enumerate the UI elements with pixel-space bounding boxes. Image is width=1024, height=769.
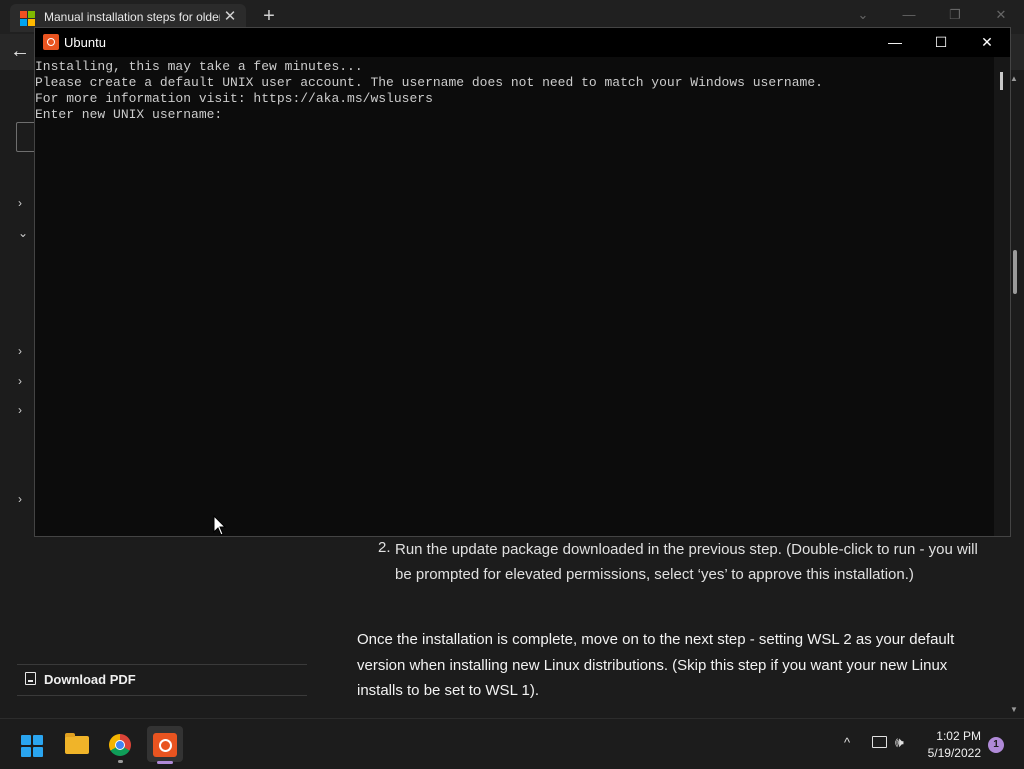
start-icon[interactable] <box>21 735 43 757</box>
notification-badge[interactable]: 1 <box>988 737 1004 753</box>
terminal-scroll-thumb[interactable] <box>1000 72 1003 90</box>
browser-restore-button[interactable]: ❐ <box>940 4 970 26</box>
scroll-up-arrow-icon[interactable]: ▲ <box>1010 74 1018 83</box>
terminal-minimize-button[interactable]: — <box>872 28 918 57</box>
chevron-right-icon[interactable]: › <box>18 375 30 387</box>
terminal-title: Ubuntu <box>64 35 106 50</box>
mouse-cursor-icon <box>213 515 227 536</box>
terminal-line: For more information visit: https://aka.… <box>35 91 433 106</box>
active-indicator <box>157 761 173 764</box>
pdf-icon <box>25 672 36 685</box>
article-content: 2. Run the update package downloaded in … <box>330 537 1006 718</box>
step-text: Run the update package downloaded in the… <box>395 541 978 583</box>
tab-close-button[interactable]: ✕ <box>220 7 240 27</box>
terminal-output[interactable]: Installing, this may take a few minutes.… <box>35 57 995 538</box>
terminal-close-button[interactable]: ✕ <box>964 28 1010 57</box>
ubuntu-icon[interactable] <box>153 733 177 757</box>
ubuntu-icon <box>43 34 59 50</box>
tab-search-icon[interactable]: ⌄ <box>848 4 878 26</box>
browser-minimize-button[interactable]: — <box>894 4 924 26</box>
terminal-scrollbar[interactable] <box>994 57 1010 536</box>
terminal-line: Please create a default UNIX user accoun… <box>35 75 823 90</box>
terminal-line: Installing, this may take a few minutes.… <box>35 59 363 74</box>
scroll-down-arrow-icon[interactable]: ▼ <box>1010 705 1018 714</box>
running-indicator <box>118 760 123 763</box>
back-arrow-icon[interactable]: ← <box>10 41 34 63</box>
step-number: 2. <box>378 539 391 556</box>
clock-time[interactable]: 1:02 PM <box>925 729 981 743</box>
chevron-right-icon[interactable]: › <box>18 345 30 357</box>
clock-date[interactable]: 5/19/2022 <box>915 746 981 760</box>
network-icon[interactable] <box>872 736 887 748</box>
terminal-titlebar[interactable]: Ubuntu — ☐ ✕ <box>35 28 1010 57</box>
terminal-maximize-button[interactable]: ☐ <box>918 28 964 57</box>
file-explorer-icon[interactable] <box>65 733 89 754</box>
scroll-thumb[interactable] <box>1013 250 1017 294</box>
download-pdf-label: Download PDF <box>44 672 136 687</box>
paragraph: Once the installation is complete, move … <box>357 631 955 699</box>
chevron-down-icon[interactable]: ⌄ <box>18 227 30 239</box>
chevron-right-icon[interactable]: › <box>18 197 30 209</box>
tray-chevron-icon[interactable]: ^ <box>844 735 850 750</box>
tab-title: Manual installation steps for older vers… <box>44 10 220 24</box>
browser-close-button[interactable]: ✕ <box>986 4 1016 26</box>
taskbar: ^ 🕪 1:02 PM 5/19/2022 1 <box>0 718 1024 769</box>
ubuntu-terminal-window[interactable]: Ubuntu — ☐ ✕ Installing, this may take a… <box>34 27 1011 537</box>
terminal-prompt[interactable]: Enter new UNIX username: <box>35 107 995 123</box>
chevron-right-icon[interactable]: › <box>18 404 30 416</box>
new-tab-button[interactable]: + <box>258 5 280 27</box>
volume-icon[interactable]: 🕪 <box>895 734 904 751</box>
chevron-right-icon[interactable]: › <box>18 493 30 505</box>
chrome-icon[interactable] <box>109 734 131 756</box>
microsoft-logo-icon <box>20 11 35 26</box>
download-pdf-button[interactable]: Download PDF <box>17 664 307 696</box>
